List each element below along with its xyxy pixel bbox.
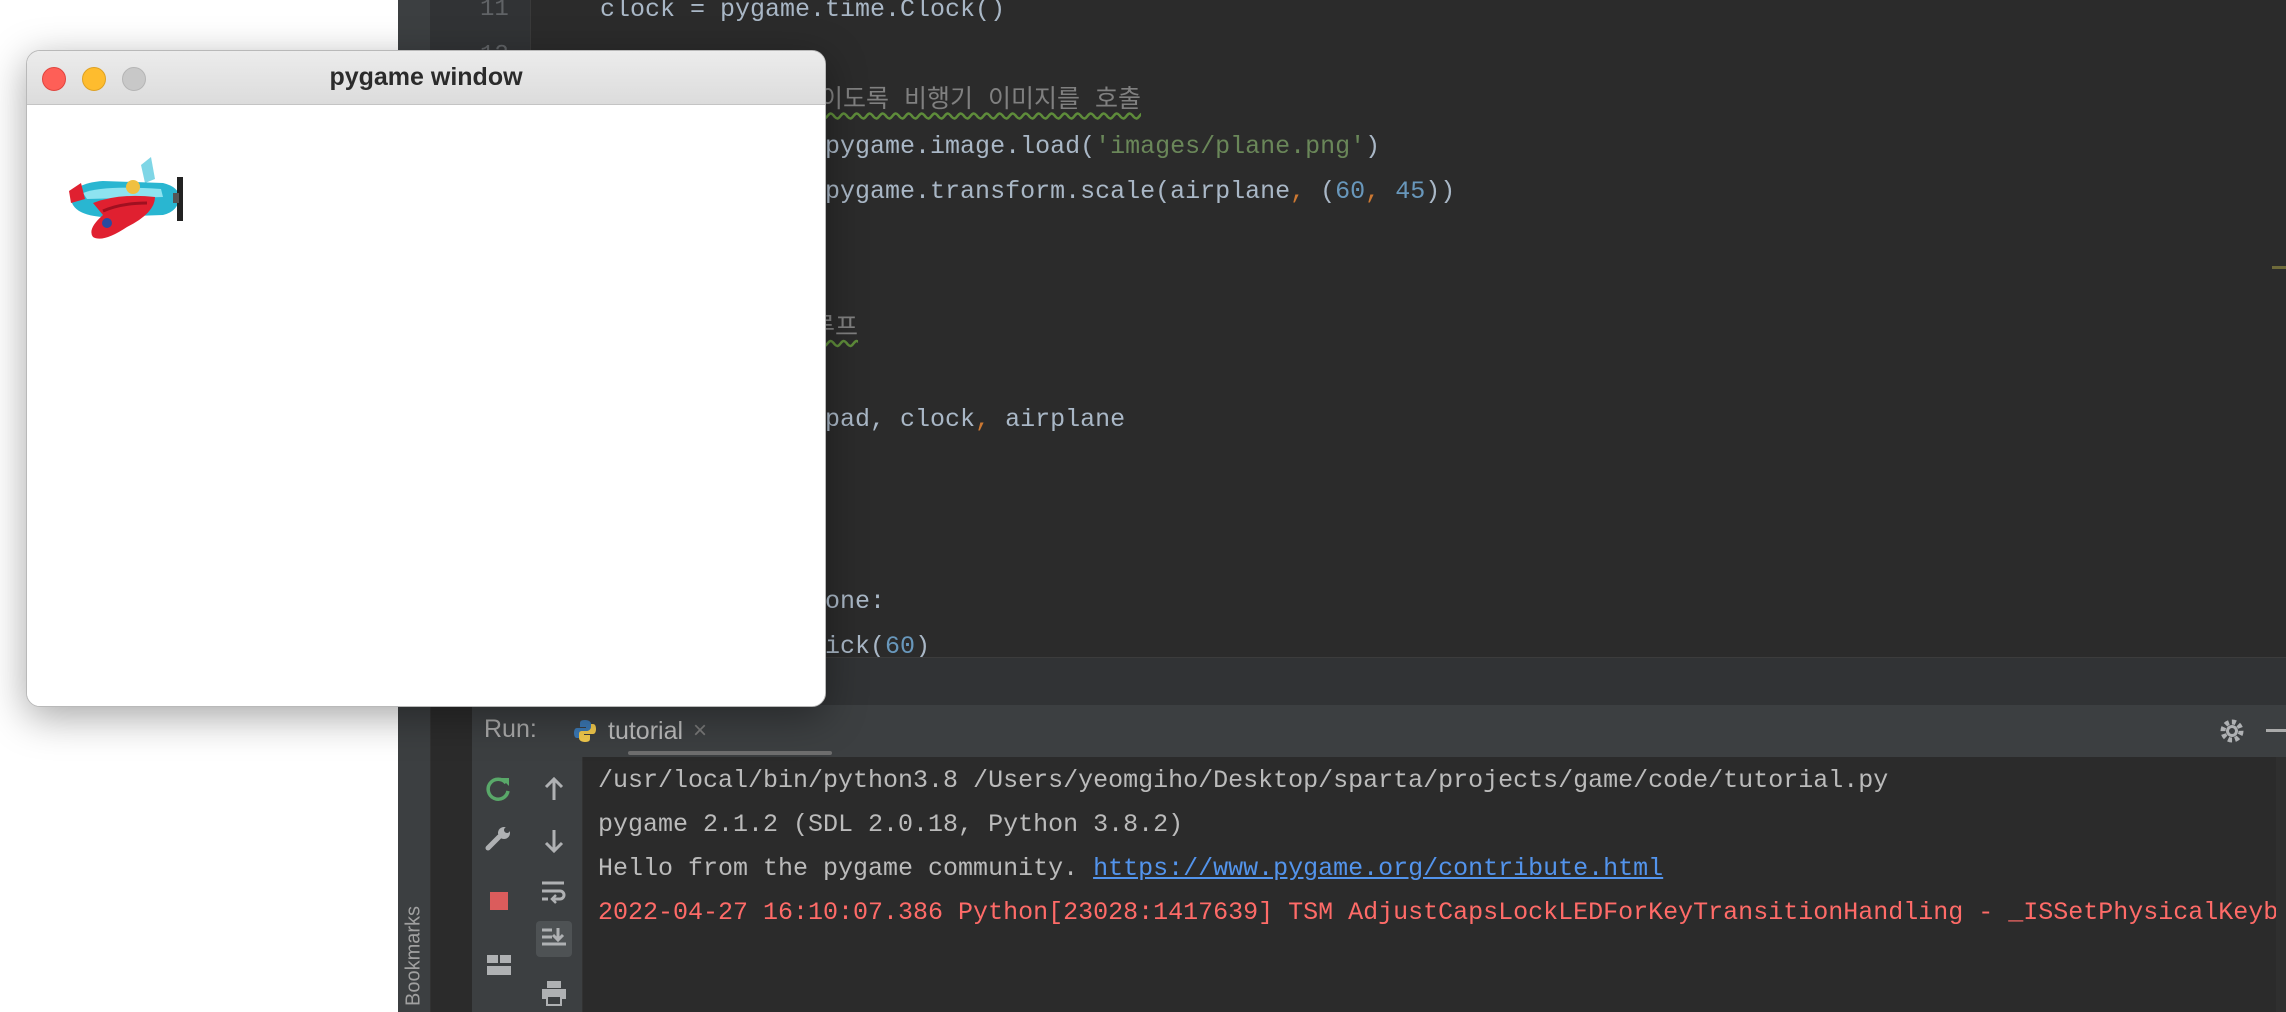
run-tab-label: tutorial	[608, 716, 684, 745]
close-tab-icon[interactable]: ×	[693, 717, 707, 745]
console-actions-toolbar	[526, 757, 583, 1012]
code-token: 60	[1335, 177, 1366, 206]
console-line-warning: 2022-04-27 16:10:07.386 Python[23028:141…	[598, 898, 2286, 927]
editor-change-marker	[2272, 266, 2286, 269]
airplane-sprite	[69, 157, 183, 239]
gear-icon[interactable]	[2218, 717, 2246, 745]
code-token: ,	[1365, 177, 1396, 206]
game-canvas[interactable]	[27, 105, 825, 706]
wrench-icon[interactable]	[481, 821, 517, 857]
code-line: clock = pygame.time.Clock()	[600, 0, 1005, 30]
run-toolwindow-body: /usr/local/bin/python3.8 /Users/yeomgiho…	[472, 757, 2286, 1012]
up-arrow-icon[interactable]	[536, 771, 572, 807]
code-token: 45	[1395, 177, 1426, 206]
rerun-icon[interactable]	[481, 771, 517, 807]
code-token: (	[1320, 177, 1336, 206]
code-token: ,	[975, 404, 1006, 434]
minimize-window-button[interactable]	[82, 67, 106, 91]
code-token: )	[1365, 131, 1381, 161]
console-output[interactable]: /usr/local/bin/python3.8 /Users/yeomgiho…	[584, 757, 2286, 1012]
minimize-panel-icon[interactable]	[2266, 729, 2286, 732]
zoom-window-button[interactable]	[122, 67, 146, 91]
console-line-version: pygame 2.1.2 (SDL 2.0.18, Python 3.8.2)	[598, 810, 1184, 839]
console-line-hello: Hello from the pygame community. https:/…	[598, 849, 1663, 889]
code-token: )	[915, 632, 931, 657]
run-toolwindow-header: Run: tutorial ×	[472, 705, 2286, 757]
code-token: airplane	[1005, 404, 1126, 434]
run-label: Run:	[484, 715, 537, 743]
line-number: 11	[480, 0, 509, 23]
code-token: ))	[1425, 177, 1456, 206]
code-token: ,	[1290, 177, 1321, 206]
python-icon	[574, 720, 596, 742]
hello-text: Hello from the pygame community.	[598, 854, 1094, 883]
down-arrow-icon[interactable]	[536, 823, 572, 859]
run-tab-tutorial[interactable]: tutorial ×	[572, 705, 707, 757]
code-token: 'images/plane.png'	[1095, 131, 1366, 161]
layout-icon[interactable]	[481, 947, 517, 983]
console-scrollbar[interactable]	[2276, 757, 2286, 1012]
pygame-contribute-link[interactable]: https://www.pygame.org/contribute.html	[1093, 854, 1663, 883]
soft-wrap-icon[interactable]	[536, 873, 572, 909]
console-line-command: /usr/local/bin/python3.8 /Users/yeomgiho…	[598, 766, 1889, 795]
run-actions-toolbar	[472, 757, 527, 1012]
bookmarks-tab[interactable]: Bookmarks	[398, 900, 430, 1012]
print-icon[interactable]	[536, 975, 572, 1011]
window-title: pygame window	[329, 63, 523, 91]
active-tab-underline	[628, 751, 832, 755]
pygame-window: pygame window	[26, 50, 826, 707]
code-token: clock = pygame.time.Clock()	[600, 0, 1006, 24]
scroll-to-end-icon[interactable]	[536, 921, 572, 957]
close-window-button[interactable]	[42, 67, 66, 91]
stop-icon[interactable]	[481, 883, 517, 919]
code-token: 60	[885, 632, 916, 657]
window-titlebar[interactable]: pygame window	[27, 51, 825, 105]
